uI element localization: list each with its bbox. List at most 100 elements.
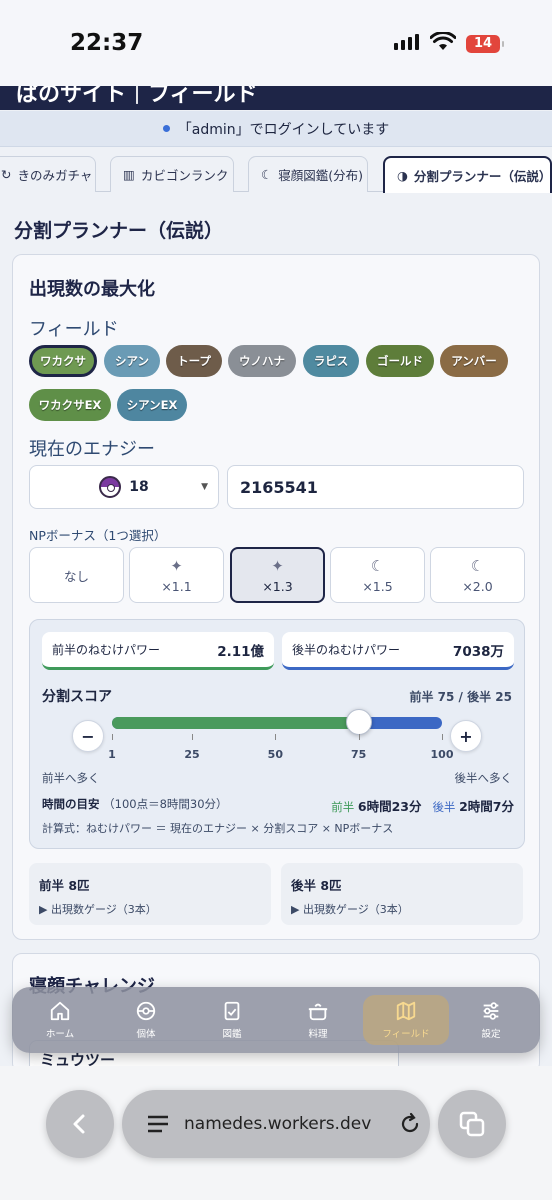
- field-chip-amber[interactable]: アンバー: [440, 345, 508, 377]
- first-half-summary: 前半 8匹 ▶ 出現数ゲージ（3本）: [29, 863, 271, 925]
- maximize-card: 出現数の最大化 フィールド ワカクサ シアン トープ ウノハナ ラピス ゴールド…: [12, 254, 540, 940]
- sparkle-icon: ✦: [271, 556, 284, 575]
- wifi-icon: [430, 32, 456, 50]
- np-option-1-5[interactable]: ☾ ×1.5: [330, 547, 425, 603]
- slider-thumb[interactable]: [345, 709, 372, 735]
- slider-tick: [112, 734, 113, 740]
- status-time: 22:37: [70, 30, 144, 56]
- hint-second: 後半へ多く: [454, 771, 513, 785]
- time-note: （100点＝8時間30分）: [103, 797, 228, 811]
- nav-individual[interactable]: 個体: [103, 995, 189, 1045]
- address-bar[interactable]: namedes.workers.dev: [122, 1090, 430, 1158]
- tab-snorlax-rank[interactable]: ▥ カビゴンランク: [110, 156, 234, 192]
- site-header: ぱのサイト｜フィールド: [0, 86, 552, 110]
- bar-chart-icon: ▥: [123, 167, 135, 182]
- slider-tick: [358, 734, 360, 740]
- slider-fill: [112, 717, 359, 729]
- np-option-label: ×2.0: [462, 578, 493, 594]
- login-text: 「admin」でログインしています: [177, 121, 390, 138]
- url-text: namedes.workers.dev: [184, 1114, 372, 1134]
- np-option-label: ×1.1: [161, 578, 192, 594]
- energy-label: 現在のエナジー: [29, 439, 155, 460]
- field-label: フィールド: [29, 319, 119, 340]
- field-chip-unohana[interactable]: ウノハナ: [228, 345, 296, 377]
- moon-star-icon: ☾: [470, 556, 485, 575]
- tab-bar: ↻ きのみガチャ ▥ カビゴンランク ☾ 寝顔図鑑(分布) ◑ 分割プランナー（…: [0, 156, 552, 193]
- level-select[interactable]: 18 ▼: [29, 465, 219, 509]
- nav-label: フィールド: [382, 1029, 430, 1040]
- decrement-button[interactable]: −: [72, 720, 104, 752]
- hint-first: 前半へ多く: [42, 771, 100, 785]
- map-icon: [396, 1001, 416, 1021]
- field-chip-taupe[interactable]: トープ: [166, 345, 222, 377]
- energy-input[interactable]: 2165541: [227, 465, 524, 509]
- login-status-bar: 「admin」でログインしています: [0, 111, 552, 147]
- nav-cooking[interactable]: 料理: [275, 995, 361, 1045]
- second-half-summary: 後半 8匹 ▶ 出現数ゲージ（3本）: [281, 863, 523, 925]
- field-chip-wakakusa-ex[interactable]: ワカクサEX: [29, 389, 111, 421]
- slider-tick-label: 25: [184, 748, 200, 761]
- nav-dex[interactable]: 図鑑: [189, 995, 275, 1045]
- first-power-value: 2.11億: [217, 643, 264, 660]
- reload-icon[interactable]: [398, 1112, 422, 1136]
- time-second-value: 2時間7分: [459, 799, 514, 814]
- split-score-value: 前半 75 / 後半 25: [409, 690, 513, 704]
- tab-label: 分割プランナー（伝説）: [413, 169, 552, 184]
- field-chip-cyan[interactable]: シアン: [104, 345, 160, 377]
- field-chip-lapis[interactable]: ラピス: [303, 345, 359, 377]
- tabs-icon: [459, 1111, 485, 1137]
- moon-icon: ☾: [370, 556, 385, 575]
- battery-icon: 14: [466, 35, 504, 53]
- sparkle-icon: ✦: [170, 556, 183, 575]
- bottom-nav: ホーム 個体 図鑑 料理 フィールド 設定: [12, 987, 540, 1053]
- slider-tick-label: 100: [430, 748, 454, 761]
- nav-label: 料理: [308, 1029, 328, 1040]
- nav-label: 個体: [136, 1029, 156, 1040]
- browser-toolbar: namedes.workers.dev: [0, 1066, 552, 1200]
- time-first-value: 6時間23分: [357, 799, 422, 814]
- nav-label: ホーム: [45, 1029, 75, 1040]
- time-title: 時間の目安: [42, 797, 100, 811]
- first-half-gauge-toggle[interactable]: ▶ 出現数ゲージ（3本）: [39, 901, 157, 917]
- field-chip-gold[interactable]: ゴールド: [366, 345, 434, 377]
- time-second-label: 後半: [432, 800, 456, 814]
- nav-home[interactable]: ホーム: [17, 995, 103, 1045]
- time-estimate: 時間の目安 （100点＝8時間30分） 前半 6時間23分 後半 2時間7分: [42, 796, 514, 814]
- second-half-gauge-toggle[interactable]: ▶ 出現数ゲージ（3本）: [291, 901, 409, 917]
- split-score-title: 分割スコア: [42, 689, 112, 705]
- nav-settings[interactable]: 設定: [448, 995, 534, 1045]
- second-half-title: 後半 8匹: [291, 878, 342, 893]
- np-option-none[interactable]: なし: [29, 547, 124, 603]
- chevron-left-icon: [73, 1114, 85, 1134]
- tab-berry-gacha[interactable]: ↻ きのみガチャ: [0, 156, 96, 192]
- increment-button[interactable]: +: [450, 720, 482, 752]
- site-title: ぱのサイト｜フィールド: [16, 86, 258, 107]
- page-title: 分割プランナー（伝説）: [14, 220, 224, 242]
- second-power-value: 7038万: [452, 643, 504, 660]
- slider-tick: [192, 734, 193, 740]
- back-button[interactable]: [46, 1090, 114, 1158]
- np-option-1-3[interactable]: ✦ ×1.3: [230, 547, 325, 603]
- np-option-1-1[interactable]: ✦ ×1.1: [129, 547, 224, 603]
- nav-field[interactable]: フィールド: [363, 995, 449, 1045]
- first-half-title: 前半 8匹: [39, 878, 90, 893]
- field-chip-cyan-ex[interactable]: シアンEX: [117, 389, 187, 421]
- tab-split-planner[interactable]: ◑ 分割プランナー（伝説）: [383, 156, 552, 193]
- caret-down-icon: ▼: [201, 482, 208, 492]
- sliders-icon: [483, 1002, 499, 1020]
- np-bonus-label: NPボーナス（1つ選択）: [29, 528, 167, 543]
- card-title: 出現数の最大化: [29, 279, 155, 300]
- tabs-button[interactable]: [438, 1090, 506, 1158]
- second-power-label: 後半のねむけパワー: [292, 643, 401, 657]
- split-panel: 前半のねむけパワー 2.11億 後半のねむけパワー 7038万 分割スコア 前半…: [29, 619, 525, 849]
- field-chip-wakakusa[interactable]: ワカクサ: [29, 345, 97, 377]
- np-option-2-0[interactable]: ☾ ×2.0: [430, 547, 525, 603]
- half-circle-icon: ◑: [397, 168, 408, 183]
- np-option-label: なし: [63, 568, 89, 584]
- tab-label: きのみガチャ: [17, 168, 93, 183]
- first-power-label: 前半のねむけパワー: [52, 643, 161, 657]
- slider-tick-label: 1: [108, 748, 116, 761]
- split-slider[interactable]: [112, 709, 442, 735]
- tab-sleep-dex[interactable]: ☾ 寝顔図鑑(分布): [248, 156, 368, 192]
- login-dot-icon: [162, 125, 170, 132]
